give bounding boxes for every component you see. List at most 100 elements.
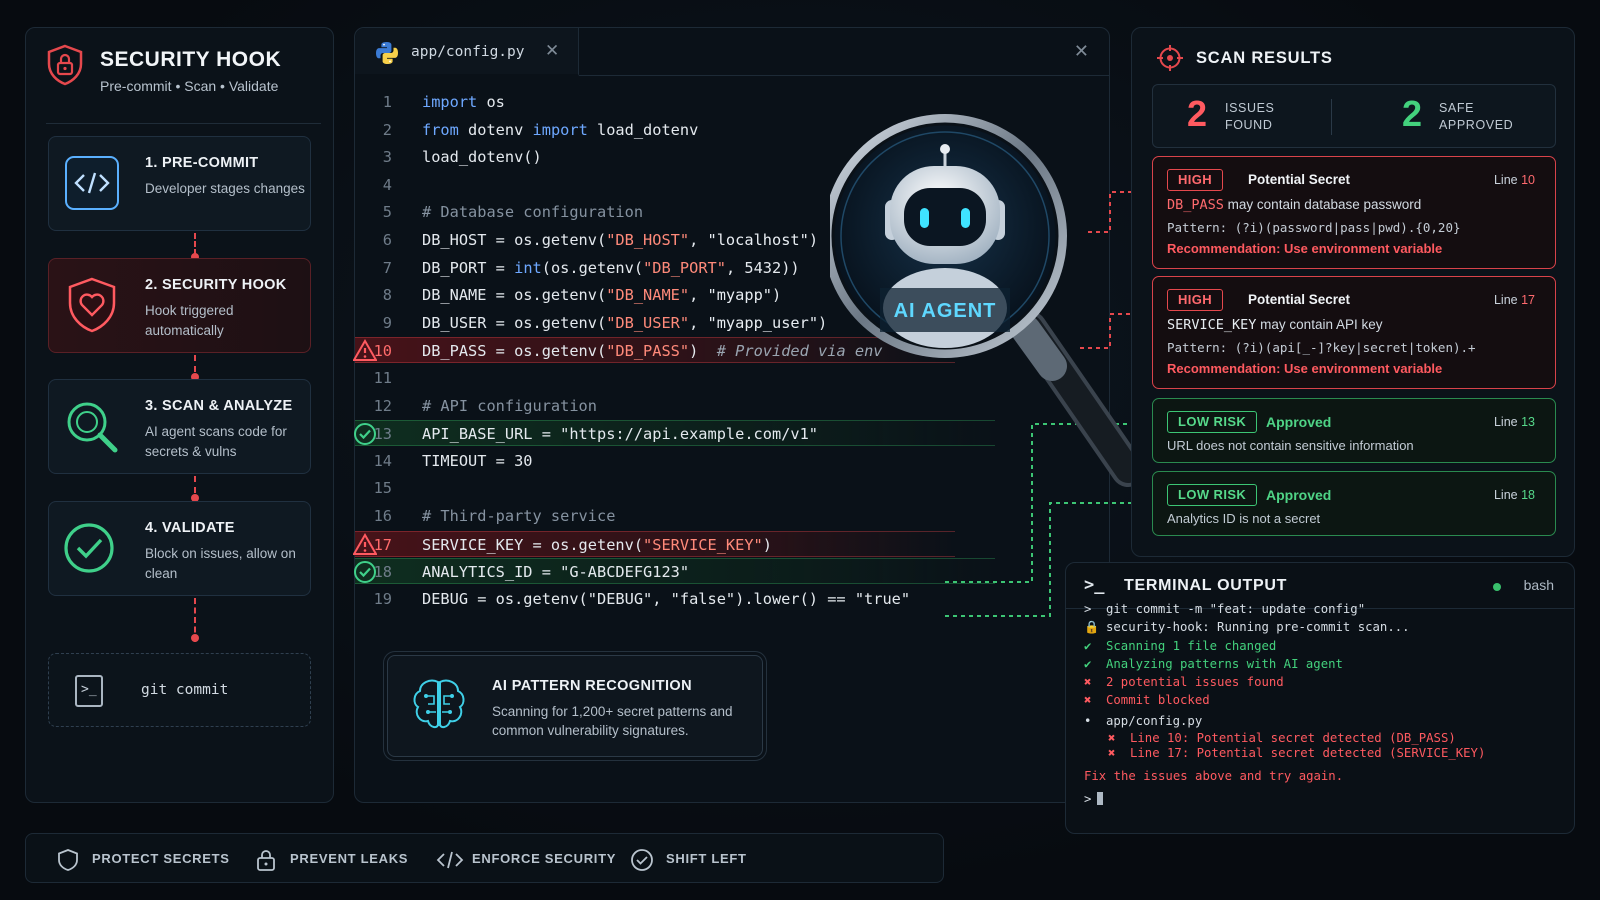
safe-label: SAFE APPROVED: [1439, 101, 1514, 132]
terminal-title: TERMINAL OUTPUT: [1124, 577, 1288, 594]
line-number: 19: [373, 589, 392, 608]
step-desc: AI agent scans code for secrets & vulns: [145, 424, 287, 459]
issue-pattern: Pattern: (?i)(api[_-]?key|secret|token).…: [1167, 340, 1476, 355]
issue-message: URL does not contain sensitive informati…: [1167, 438, 1414, 453]
terminal-panel[interactable]: >_ TERMINAL OUTPUT bash > git commit -m "…: [1065, 562, 1575, 834]
step-desc: Block on issues, allow on clean: [145, 546, 296, 581]
terminal-line: ✔ Scanning 1 file changed: [1084, 638, 1276, 654]
check-circle-icon: [354, 423, 376, 446]
results-title: SCAN RESULTS: [1196, 49, 1333, 67]
line-number: 9: [382, 313, 392, 332]
terminal-line-text: Line 17: Potential secret detected (SERV…: [1130, 746, 1486, 760]
issue-message: Analytics ID is not a secret: [1167, 511, 1321, 526]
terminal-line-text: Analyzing patterns with AI agent: [1106, 657, 1343, 671]
issue-card-high[interactable]: HIGH Potential Secret Line 17 SERVICE_KE…: [1152, 276, 1556, 389]
check-circle-icon: [354, 561, 376, 584]
code-icon: [65, 156, 119, 210]
severity-badge: LOW RISK: [1167, 484, 1258, 506]
issue-line: Line 13: [1493, 415, 1535, 429]
step-desc: Developer stages changes: [145, 181, 305, 196]
step-security-hook[interactable]: 2. SECURITY HOOK Hook triggered automati…: [48, 258, 311, 353]
line-number: 5: [382, 203, 392, 222]
terminal-line-text: 2 potential issues found: [1106, 675, 1284, 689]
code-line[interactable]: 19 DEBUG = os.getenv("DEBUG", "false").lo…: [355, 586, 915, 612]
warning-icon: [353, 339, 377, 362]
issue-line: Line 17: [1493, 293, 1535, 307]
code-text: DB_PASS = os.getenv("DB_PASS") # Provide…: [422, 342, 883, 361]
code-text: # Database configuration: [422, 203, 644, 222]
check-circle-icon: [631, 849, 653, 871]
file-tab[interactable]: app/config.py ✕: [355, 28, 579, 76]
terminal-line: ✖ Line 17: Potential secret detected (SER…: [1108, 745, 1485, 761]
step-scan-analyze[interactable]: 3. SCAN & ANALYZE AI agent scans code fo…: [48, 379, 311, 474]
line-number: 12: [373, 396, 392, 415]
code-text: DB_HOST = os.getenv("DB_HOST", "localhos…: [422, 231, 819, 249]
issue-kind: Potential Secret: [1248, 172, 1351, 187]
issue-message: SERVICE_KEY may contain API key: [1167, 317, 1383, 333]
issue-card-high[interactable]: HIGH Potential Secret Line 10 DB_PASS ma…: [1152, 156, 1556, 269]
line-number: 1: [382, 93, 392, 111]
python-icon: [376, 42, 398, 64]
terminal-line: ✔ Analyzing patterns with AI agent: [1084, 656, 1343, 672]
terminal-input-line[interactable]: >: [1084, 791, 1104, 807]
crosshair-icon: [1157, 45, 1183, 71]
warning-icon: [353, 532, 377, 555]
step-validate[interactable]: 4. VALIDATE Block on issues, allow on cl…: [48, 501, 311, 596]
code-text: DEBUG = os.getenv("DEBUG", "false").lowe…: [422, 589, 911, 608]
step-title: 3. SCAN & ANALYZE: [145, 398, 293, 414]
issues-count: 2: [1187, 93, 1208, 134]
summary-divider: [1331, 99, 1332, 135]
terminal-line-glyph: >: [1084, 602, 1092, 616]
terminal-line-glyph: ✖: [1084, 693, 1092, 707]
lock-icon: [257, 850, 275, 871]
terminal-line-text: Fix the issues above and try again.: [1084, 769, 1344, 783]
terminal-prompt-icon: >_: [1084, 575, 1105, 595]
issue-card-low[interactable]: LOW RISK Approved Line 18 Analytics ID i…: [1152, 471, 1556, 536]
code-text: SERVICE_KEY = os.getenv("SERVICE_KEY"): [422, 535, 772, 554]
terminal-line-text: app/config.py: [1106, 714, 1203, 728]
code-text: import os: [422, 93, 505, 111]
terminal-line: 🔒 security-hook: Running pre-commit scan.…: [1084, 619, 1410, 635]
terminal-line-glyph: •: [1084, 714, 1092, 728]
tab-divider: [579, 75, 1109, 76]
terminal-line-glyph: ✔: [1084, 639, 1092, 653]
terminal-line: ✖ Commit blocked: [1084, 692, 1210, 708]
shell-name: bash: [1523, 577, 1554, 593]
terminal-line-text: git commit -m "feat: update config": [1106, 602, 1366, 616]
ai-card-desc: Scanning for 1,200+ secret patterns and …: [492, 704, 733, 738]
terminal-cursor: [1097, 792, 1104, 805]
terminal-line: Fix the issues above and try again.: [1084, 768, 1343, 784]
terminal-line-glyph: 🔒: [1084, 620, 1100, 634]
step-title: 4. VALIDATE: [145, 520, 235, 536]
git-commit-label: git commit: [141, 682, 229, 698]
terminal-line-text: Commit blocked: [1106, 693, 1210, 707]
terminal-line-text: Line 10: Potential secret detected (DB_P…: [1130, 731, 1456, 745]
issue-recommendation: Recommendation: Use environment variable: [1167, 361, 1443, 376]
step-title: 2. SECURITY HOOK: [145, 277, 287, 293]
terminal-line-glyph: ✖: [1108, 731, 1116, 745]
ai-agent-magnifier: AI AGENT: [830, 114, 1145, 487]
code-line-approved[interactable]: 18 ANALYTICS_ID = "G-ABCDEFG123": [354, 558, 995, 585]
issue-card-low[interactable]: LOW RISK Approved Line 13 URL does not c…: [1152, 398, 1556, 463]
terminal-line: • app/config.py: [1084, 713, 1202, 729]
workflow-panel: SECURITY HOOK Pre-commit • Scan • Valida…: [25, 27, 334, 803]
footer-bar: PROTECT SECRETS PREVENT LEAKS ENFORCE SE…: [25, 833, 944, 883]
brain-icon: [413, 679, 465, 729]
status-dot: [1493, 583, 1501, 591]
close-tab-icon[interactable]: ✕: [545, 41, 559, 61]
terminal-line: ✖ Line 10: Potential secret detected (DB_…: [1108, 730, 1456, 746]
line-number: 3: [382, 148, 392, 167]
step-pre-commit[interactable]: 1. PRE-COMMIT Developer stages changes: [48, 136, 311, 231]
step-desc: Hook triggered automatically: [145, 303, 234, 338]
issue-line: Line 10: [1493, 173, 1535, 187]
code-text: load_dotenv(): [422, 148, 542, 167]
close-editor-icon[interactable]: ✕: [1074, 41, 1089, 62]
line-number: 16: [373, 507, 392, 525]
ai-card-title: AI PATTERN RECOGNITION: [492, 678, 692, 694]
git-commit-step[interactable]: >_ git commit: [48, 653, 311, 727]
code-text: DB_PORT = int(os.getenv("DB_PORT", 5432)…: [422, 258, 800, 277]
line-number: 15: [373, 479, 392, 498]
code-line-flagged[interactable]: 17 SERVICE_KEY = os.getenv("SERVICE_KEY"): [353, 530, 955, 557]
issue-kind: Potential Secret: [1248, 292, 1351, 307]
terminal-line-glyph: ✖: [1108, 746, 1116, 760]
